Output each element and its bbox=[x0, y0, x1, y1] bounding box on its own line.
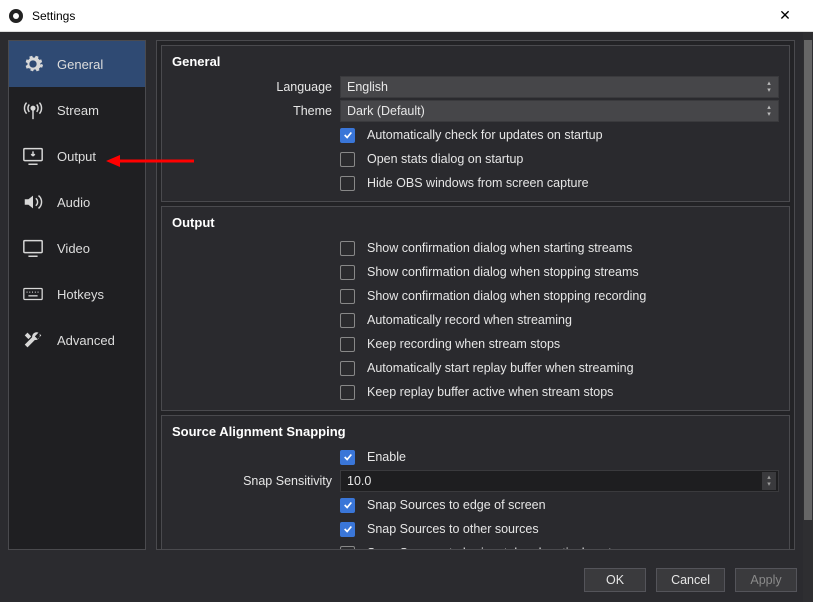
checkbox-label[interactable]: Snap Sources to horizontal and vertical … bbox=[367, 546, 623, 550]
checkbox-snapping-enable[interactable] bbox=[340, 450, 355, 465]
theme-select-value: Dark (Default) bbox=[347, 104, 425, 118]
sidebar-item-label: Stream bbox=[57, 103, 99, 118]
checkbox-label[interactable]: Snap Sources to edge of screen bbox=[367, 498, 546, 512]
checkbox-label[interactable]: Show confirmation dialog when starting s… bbox=[367, 241, 632, 255]
sidebar-item-hotkeys[interactable]: Hotkeys bbox=[9, 271, 145, 317]
checkbox-confirm-stop-stream[interactable] bbox=[340, 265, 355, 280]
checkbox-auto-updates[interactable] bbox=[340, 128, 355, 143]
snap-sensitivity-label: Snap Sensitivity bbox=[162, 474, 340, 488]
spinner-icon: ▴▾ bbox=[762, 78, 776, 96]
snap-sensitivity-input[interactable]: 10.0 ▴▾ bbox=[340, 470, 779, 492]
speaker-icon bbox=[21, 190, 45, 214]
checkbox-label[interactable]: Automatically start replay buffer when s… bbox=[367, 361, 634, 375]
checkbox-snap-hv-center[interactable] bbox=[340, 546, 355, 551]
checkbox-label[interactable]: Enable bbox=[367, 450, 406, 464]
language-label: Language bbox=[162, 80, 340, 94]
tools-icon bbox=[21, 328, 45, 352]
checkbox-label[interactable]: Show confirmation dialog when stopping r… bbox=[367, 289, 646, 303]
checkbox-confirm-start-stream[interactable] bbox=[340, 241, 355, 256]
checkbox-keep-replay-buffer[interactable] bbox=[340, 385, 355, 400]
settings-panel[interactable]: General Language English ▴▾ Theme Dark bbox=[156, 40, 795, 550]
sidebar-item-label: Hotkeys bbox=[57, 287, 104, 302]
monitor-icon bbox=[21, 236, 45, 260]
output-icon bbox=[21, 144, 45, 168]
checkbox-label[interactable]: Show confirmation dialog when stopping s… bbox=[367, 265, 639, 279]
sidebar-item-label: Audio bbox=[57, 195, 90, 210]
broadcast-icon bbox=[21, 98, 45, 122]
keyboard-icon bbox=[21, 282, 45, 306]
sidebar-item-audio[interactable]: Audio bbox=[9, 179, 145, 225]
checkbox-auto-replay-buffer[interactable] bbox=[340, 361, 355, 376]
dialog-footer: OK Cancel Apply bbox=[0, 558, 803, 602]
close-button[interactable]: ✕ bbox=[765, 7, 805, 24]
checkbox-confirm-stop-recording[interactable] bbox=[340, 289, 355, 304]
gear-icon bbox=[21, 52, 45, 76]
sidebar-item-video[interactable]: Video bbox=[9, 225, 145, 271]
sidebar-item-label: Advanced bbox=[57, 333, 115, 348]
sidebar-item-label: General bbox=[57, 57, 103, 72]
apply-button[interactable]: Apply bbox=[735, 568, 797, 592]
checkbox-label[interactable]: Keep recording when stream stops bbox=[367, 337, 560, 351]
group-title: Source Alignment Snapping bbox=[162, 416, 789, 445]
sidebar-item-general[interactable]: General bbox=[9, 41, 145, 87]
group-title: Output bbox=[162, 207, 789, 236]
scrollbar-thumb[interactable] bbox=[804, 40, 812, 520]
checkbox-label[interactable]: Keep replay buffer active when stream st… bbox=[367, 385, 613, 399]
checkbox-label[interactable]: Open stats dialog on startup bbox=[367, 152, 523, 166]
spinner-icon[interactable]: ▴▾ bbox=[762, 472, 776, 490]
checkbox-snap-edge[interactable] bbox=[340, 498, 355, 513]
titlebar: Settings ✕ bbox=[0, 0, 813, 32]
group-snapping: Source Alignment Snapping Enable Snap Se… bbox=[161, 415, 790, 550]
app-icon bbox=[8, 8, 24, 24]
checkbox-label[interactable]: Snap Sources to other sources bbox=[367, 522, 539, 536]
checkbox-label[interactable]: Automatically check for updates on start… bbox=[367, 128, 603, 142]
group-general: General Language English ▴▾ Theme Dark bbox=[161, 45, 790, 202]
group-output: Output Show confirmation dialog when sta… bbox=[161, 206, 790, 411]
sidebar-item-label: Output bbox=[57, 149, 96, 164]
theme-select[interactable]: Dark (Default) ▴▾ bbox=[340, 100, 779, 122]
spinner-icon: ▴▾ bbox=[762, 102, 776, 120]
group-title: General bbox=[162, 46, 789, 75]
cancel-button[interactable]: Cancel bbox=[656, 568, 725, 592]
sidebar-item-label: Video bbox=[57, 241, 90, 256]
sidebar-item-stream[interactable]: Stream bbox=[9, 87, 145, 133]
snap-sensitivity-value: 10.0 bbox=[347, 474, 371, 488]
checkbox-keep-recording[interactable] bbox=[340, 337, 355, 352]
checkbox-label[interactable]: Hide OBS windows from screen capture bbox=[367, 176, 589, 190]
window-title: Settings bbox=[32, 9, 765, 23]
sidebar-item-output[interactable]: Output bbox=[9, 133, 145, 179]
sidebar-item-advanced[interactable]: Advanced bbox=[9, 317, 145, 363]
theme-label: Theme bbox=[162, 104, 340, 118]
ok-button[interactable]: OK bbox=[584, 568, 646, 592]
language-select[interactable]: English ▴▾ bbox=[340, 76, 779, 98]
window-scrollbar[interactable] bbox=[803, 32, 813, 602]
settings-sidebar: General Stream Output Audio bbox=[8, 40, 146, 550]
language-select-value: English bbox=[347, 80, 388, 94]
checkbox-open-stats[interactable] bbox=[340, 152, 355, 167]
checkbox-auto-record[interactable] bbox=[340, 313, 355, 328]
checkbox-snap-other[interactable] bbox=[340, 522, 355, 537]
checkbox-label[interactable]: Automatically record when streaming bbox=[367, 313, 572, 327]
checkbox-hide-obs[interactable] bbox=[340, 176, 355, 191]
